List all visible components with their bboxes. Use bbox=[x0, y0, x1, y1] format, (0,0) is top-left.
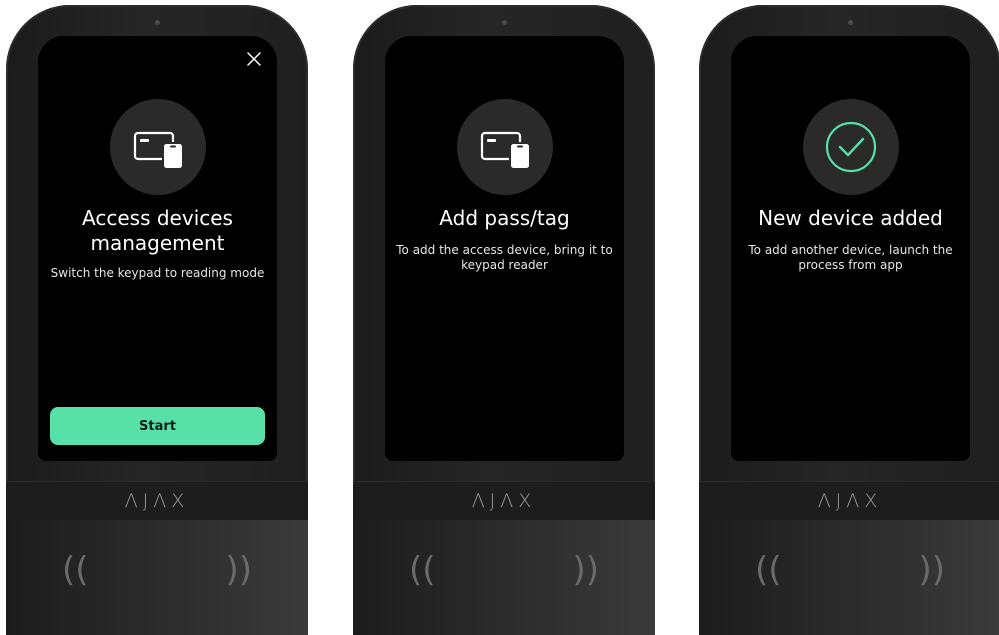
front-sensor bbox=[155, 20, 160, 25]
front-sensor bbox=[848, 20, 853, 25]
card-tag-icon bbox=[456, 99, 553, 195]
screen-subtitle: To add another device, launch the proces… bbox=[748, 243, 953, 272]
nfc-wave-left-icon: (( bbox=[755, 550, 782, 590]
keypad-screen: Access devices management Switch the key… bbox=[38, 36, 277, 461]
keypad-device-step-3: New device added To add another device, … bbox=[699, 5, 999, 635]
close-icon[interactable] bbox=[245, 50, 263, 68]
ajax-logo: ΛJΛX bbox=[471, 490, 537, 512]
screen-title: Add pass/tag bbox=[439, 206, 570, 230]
keypad-screen: Add pass/tag To add the access device, b… bbox=[385, 36, 624, 461]
brand-bar: ΛJΛX bbox=[6, 481, 308, 521]
keypad-steps-illustration: Access devices management Switch the key… bbox=[0, 0, 999, 635]
card-reader-zone: (( )) bbox=[699, 520, 999, 635]
nfc-wave-right-icon: )) bbox=[225, 550, 252, 590]
keypad-screen: New device added To add another device, … bbox=[731, 36, 970, 461]
screen-subtitle: To add the access device, bring it to ke… bbox=[396, 243, 613, 272]
ajax-logo: ΛJΛX bbox=[817, 490, 883, 512]
brand-bar: ΛJΛX bbox=[353, 481, 655, 521]
card-reader-zone: (( )) bbox=[6, 520, 308, 635]
screen-title: New device added bbox=[758, 206, 943, 230]
card-reader-zone: (( )) bbox=[353, 520, 655, 635]
screen-title: Access devices management bbox=[82, 206, 233, 255]
screen-subtitle: Switch the keypad to reading mode bbox=[50, 266, 265, 280]
nfc-wave-left-icon: (( bbox=[409, 550, 436, 590]
brand-bar: ΛJΛX bbox=[699, 481, 999, 521]
start-button[interactable]: Start bbox=[50, 407, 265, 445]
ajax-logo: ΛJΛX bbox=[124, 490, 190, 512]
success-check-icon bbox=[802, 99, 899, 195]
nfc-wave-right-icon: )) bbox=[572, 550, 599, 590]
card-tag-icon bbox=[109, 99, 206, 195]
keypad-device-step-2: Add pass/tag To add the access device, b… bbox=[353, 5, 655, 635]
nfc-wave-left-icon: (( bbox=[62, 550, 89, 590]
front-sensor bbox=[502, 20, 507, 25]
keypad-device-step-1: Access devices management Switch the key… bbox=[6, 5, 308, 635]
nfc-wave-right-icon: )) bbox=[918, 550, 945, 590]
